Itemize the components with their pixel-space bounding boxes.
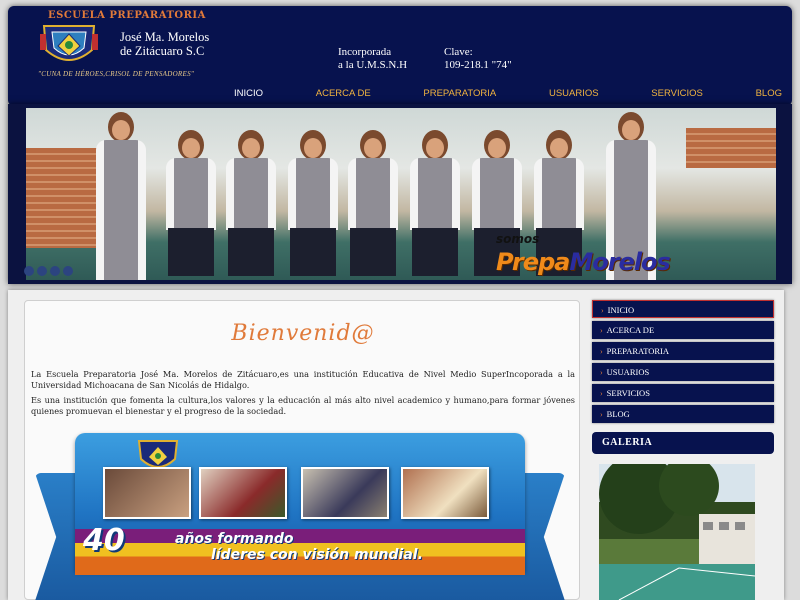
promo-text-line2: líderes con visión mundial. (211, 547, 423, 563)
promo-photo-parade (199, 467, 287, 519)
student-figure (410, 130, 460, 280)
content-area: Bienvenid@ La Escuela Preparatoria José … (8, 290, 784, 600)
student-figure (288, 130, 338, 280)
anniversary-promo-banner: 40 años formando líderes con visión mund… (35, 433, 565, 600)
student-figure (96, 112, 146, 280)
prepa-morelos-logo: PrepaMorelos (496, 248, 671, 276)
chevron-right-icon: › (601, 306, 604, 315)
gallery-photo-scene (599, 464, 755, 600)
top-nav-usuarios[interactable]: USUARIOS (543, 88, 605, 104)
school-name-line1: José Ma. Morelos (120, 30, 210, 44)
incorporation-line1: Incorporada (338, 46, 392, 58)
main-panel: Bienvenid@ La Escuela Preparatoria José … (24, 300, 580, 600)
promo-photo-classroom (103, 467, 191, 519)
school-crest-logo (40, 25, 98, 61)
incorporation-info: Incorporada a la U.M.S.N.H (338, 46, 407, 72)
chevron-right-icon: › (600, 347, 603, 356)
sidebar-item-preparatoria[interactable]: › PREPARATORIA (592, 342, 774, 360)
intro-paragraph-2: Es una institución que fomenta la cultur… (31, 395, 575, 416)
student-figure (226, 130, 276, 280)
student-figure (166, 130, 216, 280)
sidebar-item-blog[interactable]: › BLOG (592, 405, 774, 423)
top-nav-servicios[interactable]: SERVICIOS (645, 88, 709, 104)
student-figure (348, 130, 398, 280)
sidebar-item-label: INICIO (607, 305, 635, 315)
slider-dot[interactable] (63, 266, 73, 276)
top-nav-acerca-de[interactable]: ACERCA DE (310, 88, 377, 104)
sidebar-item-usuarios[interactable]: › USUARIOS (592, 363, 774, 381)
gallery-photo[interactable] (599, 464, 755, 600)
promo-photo-students (401, 467, 489, 519)
brick-building (686, 128, 776, 168)
top-nav-inicio[interactable]: INICIO (228, 88, 269, 104)
prepa-logo-part1: Prepa (496, 248, 570, 276)
promo-text-line1: años formando (175, 531, 294, 547)
chevron-right-icon: › (600, 389, 603, 398)
prepa-logo-part2: Morelos (569, 248, 670, 276)
sidebar-item-inicio[interactable]: › INICIO (592, 300, 774, 318)
slider-dots (24, 266, 73, 276)
chevron-right-icon: › (600, 368, 603, 377)
gallery-heading: GALERIA (592, 432, 774, 454)
banner-somos-text: somos (496, 232, 540, 246)
school-code-value: 109-218.1 "74" (444, 59, 512, 71)
top-nav-preparatoria[interactable]: PREPARATORIA (417, 88, 502, 104)
students-banner-photo: somos PrepaMorelos (26, 108, 776, 280)
chevron-right-icon: › (600, 410, 603, 419)
slider-dot[interactable] (50, 266, 60, 276)
intro-paragraph-1: La Escuela Preparatoria José Ma. Morelos… (31, 369, 575, 390)
sidebar-item-servicios[interactable]: › SERVICIOS (592, 384, 774, 402)
promo-anniversary-number: 40 (83, 523, 125, 558)
chevron-right-icon: › (600, 326, 603, 335)
sidebar-item-label: SERVICIOS (606, 388, 650, 398)
slider-dot[interactable] (37, 266, 47, 276)
slider-dot[interactable] (24, 266, 34, 276)
sidebar-item-label: ACERCA DE (606, 325, 655, 335)
top-navigation: INICIO ACERCA DE PREPARATORIA USUARIOS S… (228, 88, 788, 104)
school-name: José Ma. Morelos de Zitácuaro S.C (120, 30, 209, 58)
sidebar-item-acerca-de[interactable]: › ACERCA DE (592, 321, 774, 339)
school-name-line2: de Zitácuaro S.C (120, 44, 205, 58)
top-nav-blog[interactable]: BLOG (750, 88, 788, 104)
incorporation-line2: a la U.M.S.N.H (338, 59, 408, 71)
sidebar-item-label: BLOG (606, 409, 630, 419)
promo-photo-event (301, 467, 389, 519)
sidebar-item-label: PREPARATORIA (606, 346, 670, 356)
sidebar-item-label: USUARIOS (606, 367, 650, 377)
welcome-heading: Bienvenid@ (231, 321, 375, 346)
school-motto: "CUNA DE HÉROES,CRISOL DE PENSADORES" (38, 70, 195, 78)
school-code-label: Clave: (444, 46, 473, 58)
site-header: ESCUELA PREPARATORIA José Ma. Morelos de… (8, 6, 792, 106)
sidebar-menu: › INICIO › ACERCA DE › PREPARATORIA › USUARI… (592, 300, 774, 426)
hero-banner: somos PrepaMorelos (8, 104, 792, 284)
school-code: Clave: 109-218.1 "74" (444, 46, 512, 72)
